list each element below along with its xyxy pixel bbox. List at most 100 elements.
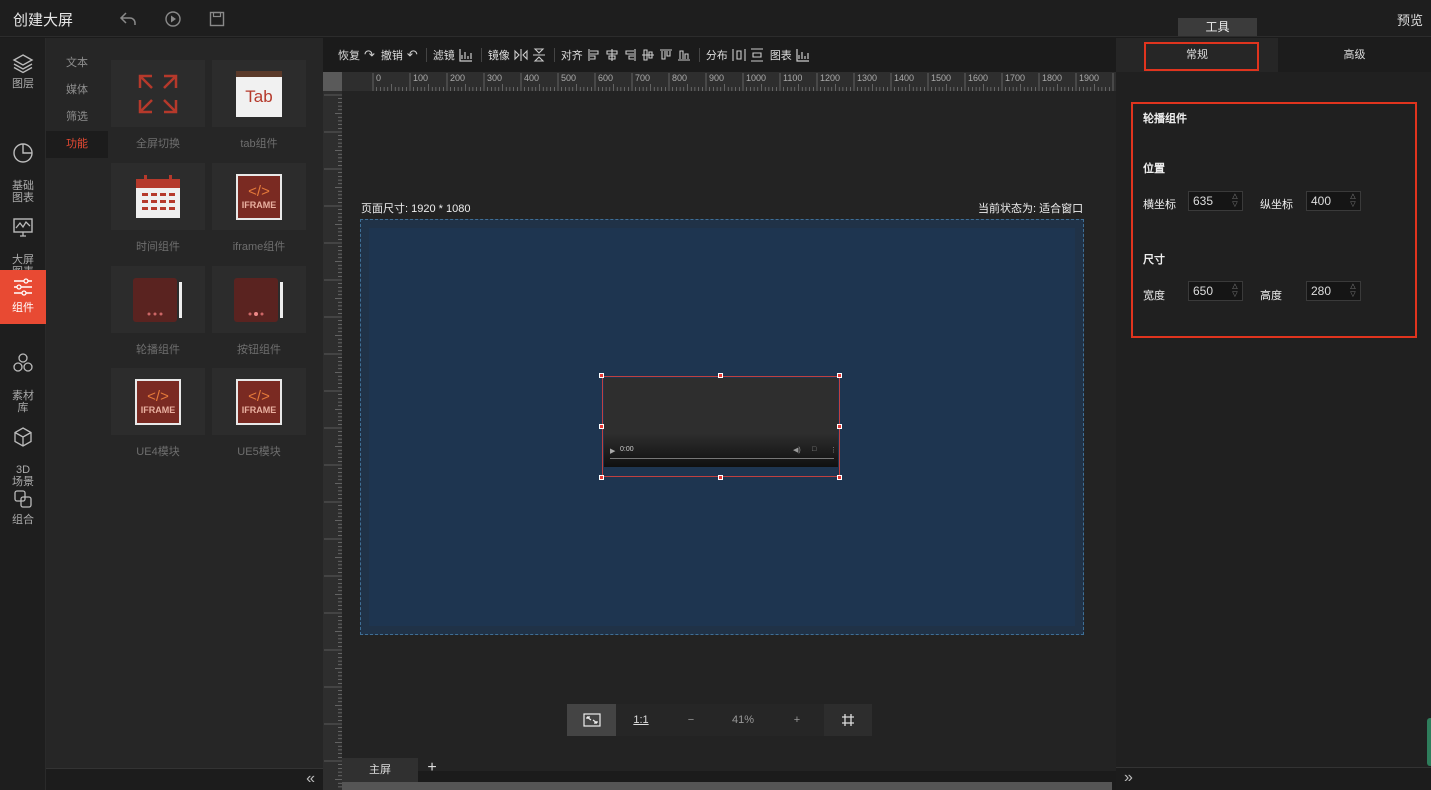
component-tab[interactable]: Tab tab组件 [212,60,306,156]
component-ue5[interactable]: </> IFRAME UE5模块 [212,368,306,464]
distribute-horizontal-icon [732,49,746,61]
redo-button[interactable]: 恢复 ↷ [338,47,375,63]
component-label: 按钮组件 [237,344,281,356]
x-coordinate-input[interactable]: 635 △ ▽ [1188,191,1243,211]
resize-handle-nw[interactable] [599,373,604,378]
align-right-icon [625,49,636,61]
rail-label: 组合 [12,514,34,526]
add-screen-button[interactable]: + [422,758,442,780]
video-more-icon[interactable]: ⋮ [830,446,837,454]
subnav-function[interactable]: 功能 [46,131,108,158]
back-icon[interactable] [118,9,138,29]
play-icon[interactable] [163,9,183,29]
resize-handle-se[interactable] [837,475,842,480]
resize-handle-w[interactable] [599,424,604,429]
component-fullscreen[interactable]: 全屏切换 [111,60,205,156]
redo-icon: ↷ [364,47,375,62]
align-top-icon [659,49,672,60]
rail-item-3d-scene[interactable]: 3D 场景 [0,414,46,488]
component-subnav: 文本 媒体 筛选 功能 [46,50,108,158]
component-name: 轮播组件 [1143,113,1187,125]
chart-button[interactable]: 图表 [770,47,810,63]
zoom-out-button[interactable]: − [666,704,716,736]
rail-label: 组件 [12,302,34,314]
align-middle-icon [641,49,654,61]
iframe-icon: </> IFRAME [236,173,282,220]
resize-handle-n[interactable] [718,373,723,378]
ruler-tick-label: 1200 [820,73,840,83]
component-label: 全屏切换 [136,138,180,150]
tab-general[interactable]: 常规 [1116,38,1278,72]
rail-item-components[interactable]: 组件 [0,270,46,324]
properties-tabs: 常规 高级 [1116,38,1431,72]
preview-button[interactable]: 预览 [1397,10,1423,29]
tools-tab[interactable]: 工具 [1178,18,1257,36]
align-center-icon [606,49,618,61]
ruler-tick-label: 1900 [1079,73,1099,83]
ruler-tick-label: 300 [487,73,502,83]
video-volume-icon[interactable]: ◀) [793,446,801,454]
toolbar-divider [425,48,427,62]
ruler-tick-label: 400 [524,73,539,83]
collapse-right-icon[interactable]: » [1124,769,1133,787]
component-ue4[interactable]: </> IFRAME UE4模块 [111,368,205,464]
grid-toggle-button[interactable] [824,704,872,736]
toolbar-divider [553,48,555,62]
filter-chart-icon [459,49,472,62]
resize-handle-e[interactable] [837,424,842,429]
tab-advanced[interactable]: 高级 [1278,38,1431,72]
width-input[interactable]: 650 △ ▽ [1188,281,1243,301]
rail-item-screen-charts[interactable]: 大屏 图表 [0,204,46,278]
resize-handle-s[interactable] [718,475,723,480]
horizontal-scrollbar[interactable] [342,782,1112,790]
mirror-button[interactable]: 镜像 [488,47,546,63]
rail-item-group[interactable]: 组合 [0,488,46,534]
current-state-label: 当前状态为: 适合窗口 [978,203,1084,215]
align-button[interactable]: 对齐 [561,47,691,63]
collapse-left-icon[interactable]: « [306,770,315,788]
stepper-icon: △ ▽ [1232,283,1238,298]
zoom-in-button[interactable]: + [770,704,824,736]
rail-item-layers[interactable]: 图层 [0,52,46,98]
side-handle[interactable] [1427,718,1431,766]
distribute-button[interactable]: 分布 [706,47,764,63]
ruler-tick-label: 900 [709,73,724,83]
undo-button[interactable]: 撤销 ↶ [381,47,418,63]
rail-item-materials[interactable]: 素材 库 [0,340,46,414]
sliders-icon [14,278,32,296]
tab-main-screen[interactable]: 主屏 [342,758,418,782]
component-carousel[interactable]: 轮播组件 [111,266,205,362]
video-fullscreen-icon[interactable]: □ [812,446,816,453]
component-panel-footer: « [46,768,323,790]
y-coordinate-input[interactable]: 400 △ ▽ [1306,191,1361,211]
bar-chart-icon [796,49,809,62]
component-iframe[interactable]: </> IFRAME iframe组件 [212,163,306,259]
component-time[interactable]: 时间组件 [111,163,205,259]
filter-button[interactable]: 滤镜 [433,47,473,63]
app-title: 创建大屏 [13,12,74,29]
height-input[interactable]: 280 △ ▽ [1306,281,1361,301]
fit-window-button[interactable] [567,704,616,736]
subnav-media[interactable]: 媒体 [46,77,108,104]
ruler-tick-label: 1400 [894,73,914,83]
component-label: 时间组件 [136,241,180,253]
video-time: 0:00 [620,446,634,453]
video-play-icon[interactable]: ▶ [610,447,615,455]
ruler-tick-label: 100 [413,73,428,83]
video-progress-bar[interactable] [610,458,834,459]
hexagons-icon [13,353,33,372]
carousel-component-selected[interactable]: ▶ 0:00 ◀) □ ⋮ [602,376,840,477]
subnav-text[interactable]: 文本 [46,50,108,77]
zoom-1-1-button[interactable]: 1:1 [616,704,666,736]
resize-handle-ne[interactable] [837,373,842,378]
component-button-group[interactable]: 按钮组件 [212,266,306,362]
undo-icon: ↶ [406,47,418,62]
rail-label: 基础 图表 [12,180,34,204]
video-player[interactable]: ▶ 0:00 ◀) □ ⋮ [604,378,838,467]
subnav-filter[interactable]: 筛选 [46,104,108,131]
resize-handle-sw[interactable] [599,475,604,480]
left-icon-rail: 图层 基础 图表 大屏 图表 组件 素材 库 3D 场景 组合 [0,38,46,790]
component-label: tab组件 [240,138,278,150]
save-icon[interactable] [207,9,227,29]
rail-item-basic-charts[interactable]: 基础 图表 [0,130,46,204]
